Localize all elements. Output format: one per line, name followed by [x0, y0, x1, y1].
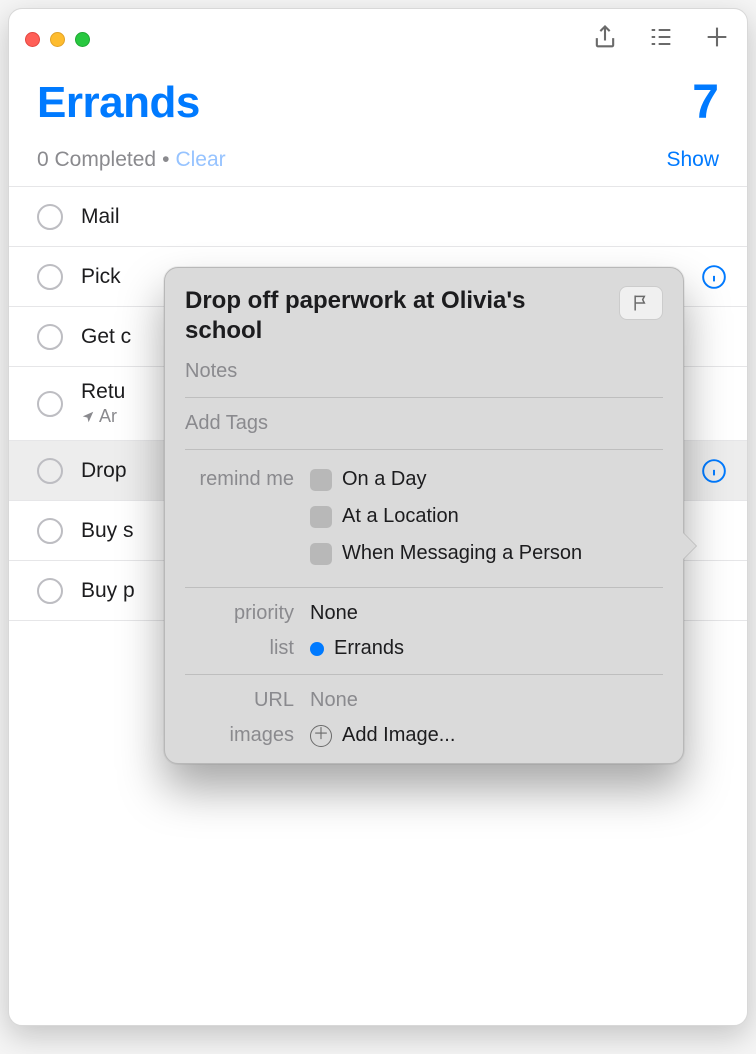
divider [185, 587, 663, 588]
info-button[interactable] [701, 458, 727, 484]
minimize-window-button[interactable] [50, 32, 65, 47]
list-title: Errands [37, 78, 200, 128]
priority-label: priority [185, 602, 310, 625]
images-label: images [185, 724, 310, 747]
checkbox-icon[interactable] [310, 469, 332, 491]
list-count: 7 [692, 75, 719, 130]
clear-completed-button[interactable]: Clear [175, 148, 225, 172]
share-button[interactable] [591, 23, 619, 56]
complete-checkbox[interactable] [37, 578, 63, 604]
list-value[interactable]: Errands [310, 637, 663, 660]
divider [185, 397, 663, 398]
fullscreen-window-button[interactable] [75, 32, 90, 47]
plus-circle-icon: ＋ [310, 725, 332, 747]
complete-checkbox[interactable] [37, 391, 63, 417]
toolbar-actions [591, 23, 731, 56]
close-window-button[interactable] [25, 32, 40, 47]
checkbox-icon[interactable] [310, 506, 332, 528]
reminders-window: Errands 7 0 Completed • Clear Show Mail … [8, 8, 748, 1026]
popover-title[interactable]: Drop off paperwork at Olivia's school [185, 286, 607, 346]
list-view-button[interactable] [647, 23, 675, 56]
reminder-item[interactable]: Mail [9, 187, 747, 247]
notes-field[interactable]: Notes [185, 354, 663, 389]
remind-on-day-option[interactable]: On a Day [310, 468, 663, 491]
list-header: Errands 7 [9, 69, 747, 138]
divider [185, 449, 663, 450]
titlebar [9, 9, 747, 69]
divider [185, 674, 663, 675]
flag-icon [631, 293, 651, 313]
location-arrow-icon [81, 410, 95, 424]
remind-at-location-option[interactable]: At a Location [310, 505, 663, 528]
add-image-button[interactable]: ＋ Add Image... [310, 724, 663, 747]
remind-when-messaging-option[interactable]: When Messaging a Person [310, 542, 663, 565]
flag-button[interactable] [619, 286, 663, 320]
priority-value[interactable]: None [310, 602, 663, 625]
checkbox-icon[interactable] [310, 543, 332, 565]
add-reminder-button[interactable] [703, 23, 731, 56]
complete-checkbox[interactable] [37, 324, 63, 350]
complete-checkbox[interactable] [37, 458, 63, 484]
plus-icon [703, 23, 731, 51]
reminder-title: Mail [81, 205, 727, 229]
list-subheader: 0 Completed • Clear Show [9, 138, 747, 186]
tags-field[interactable]: Add Tags [185, 406, 663, 441]
info-icon [701, 458, 727, 484]
separator-dot: • [162, 148, 169, 172]
complete-checkbox[interactable] [37, 264, 63, 290]
list-color-dot-icon [310, 642, 324, 656]
info-button[interactable] [701, 264, 727, 290]
url-value[interactable]: None [310, 689, 663, 712]
list-icon [647, 23, 675, 51]
window-controls [25, 32, 90, 47]
complete-checkbox[interactable] [37, 518, 63, 544]
list-label: list [185, 637, 310, 660]
info-icon [701, 264, 727, 290]
remind-me-label: remind me [185, 464, 310, 491]
show-completed-button[interactable]: Show [666, 148, 719, 172]
completed-count: 0 Completed [37, 148, 156, 172]
url-label: URL [185, 689, 310, 712]
complete-checkbox[interactable] [37, 204, 63, 230]
reminder-details-popover: Drop off paperwork at Olivia's school No… [164, 267, 684, 764]
share-icon [591, 23, 619, 51]
